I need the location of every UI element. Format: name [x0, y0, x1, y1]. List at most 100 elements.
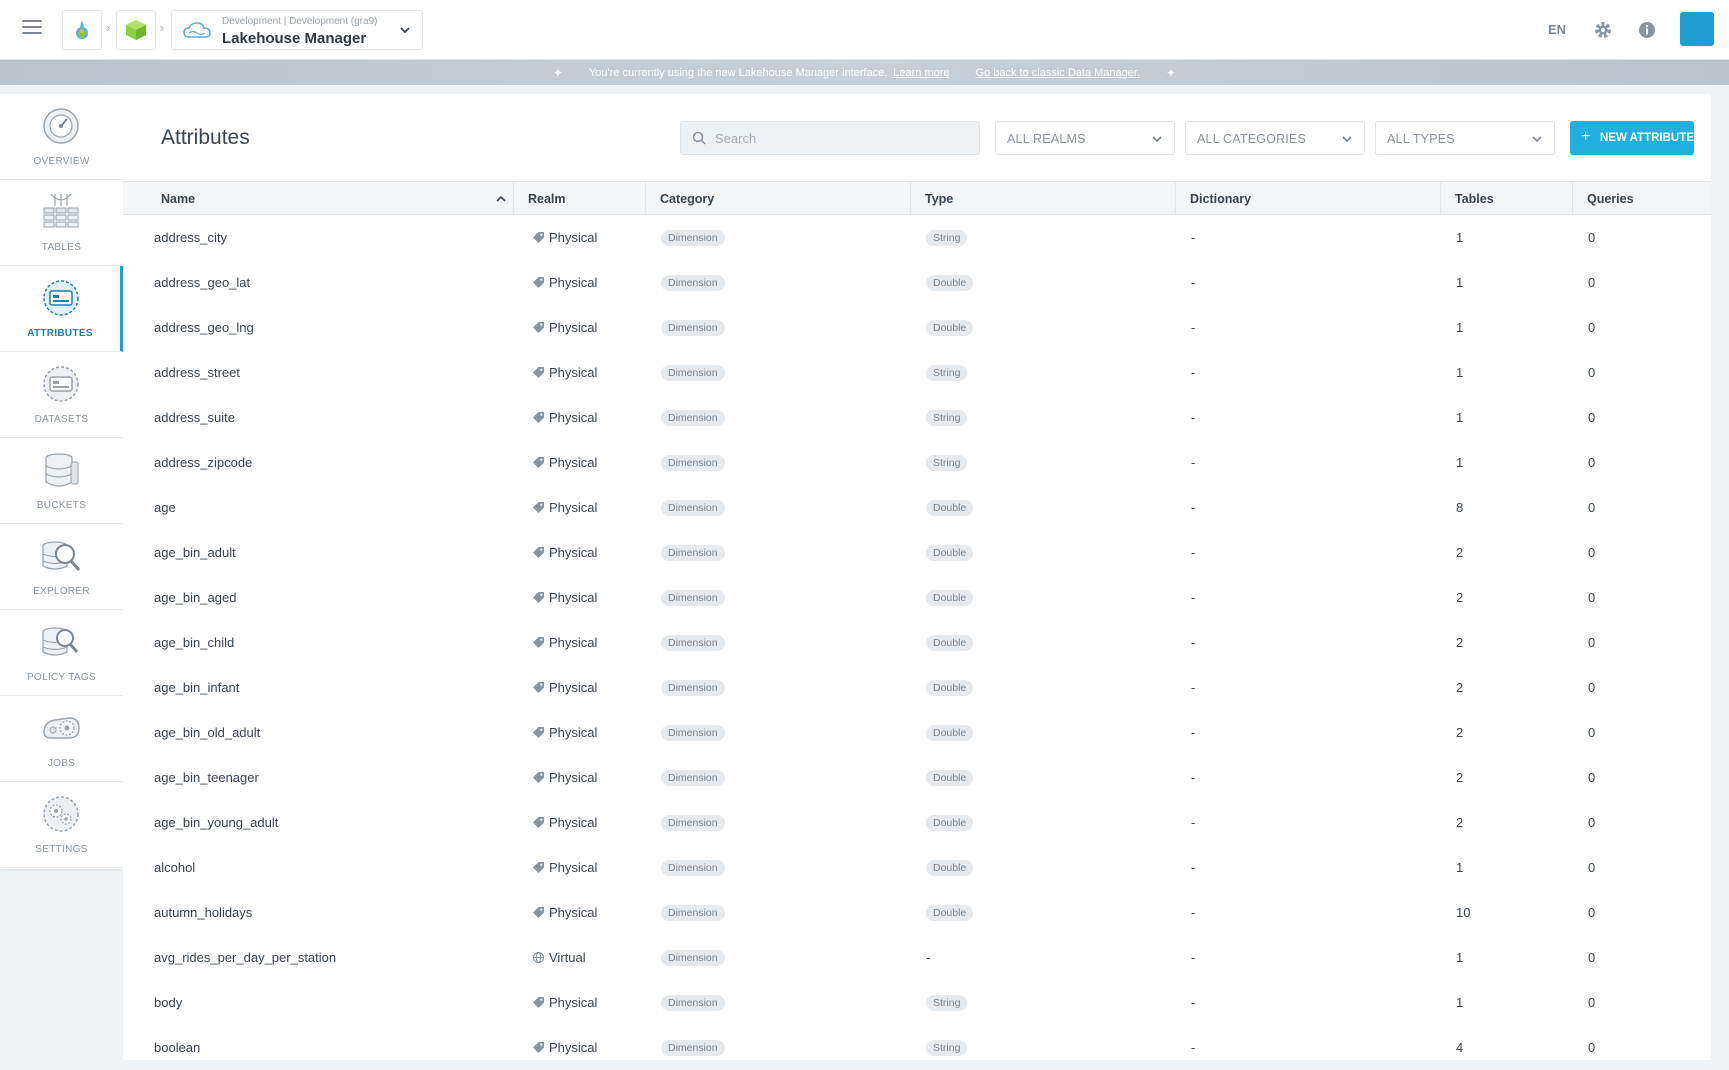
physical-tag-icon — [533, 412, 544, 423]
table-row[interactable]: address_geo_lng Physical Dimension Double - 1… — [123, 305, 1711, 350]
table-row[interactable]: address_geo_lat Physical Dimension Double - 1… — [123, 260, 1711, 305]
attribute-name: age_bin_adult — [154, 545, 236, 560]
new-attribute-button[interactable]: + NEW ATTRIBUTE — [1570, 121, 1694, 155]
table-row[interactable]: autumn_holidays Physical Dimension Double - 1… — [123, 890, 1711, 935]
type-badge: Double — [926, 724, 974, 741]
type-badge: Double — [926, 634, 974, 651]
top-bar: › › Development | Development (gra9) Lak… — [0, 0, 1729, 60]
table-row[interactable]: avg_rides_per_day_per_station Virtual Dime… — [123, 935, 1711, 980]
org-logo-icon[interactable] — [62, 10, 102, 50]
sidebar: OVERVIEW TABLES ATTRIBUTES DATASETS BUCK… — [0, 94, 123, 869]
table-row[interactable]: boolean Physical Dimension String - 4 0 — [123, 1025, 1711, 1070]
dictionary-value: - — [1191, 725, 1196, 740]
column-header-tables[interactable]: Tables — [1441, 182, 1573, 215]
table-row[interactable]: age_bin_adult Physical Dimension Double - 2 0 — [123, 530, 1711, 575]
type-badge: String — [926, 409, 968, 426]
attribute-name: age_bin_young_adult — [154, 815, 279, 830]
search-box — [680, 121, 980, 155]
learn-more-link[interactable]: Learn more — [893, 67, 949, 79]
policy-tags-icon — [42, 627, 79, 656]
sidebar-item-attributes[interactable]: ATTRIBUTES — [0, 266, 123, 352]
sidebar-item-overview[interactable]: OVERVIEW — [0, 94, 123, 180]
type-filter-dropdown[interactable]: ALL TYPES — [1375, 121, 1555, 155]
chevron-down-icon — [1152, 136, 1162, 143]
chevron-down-icon — [1532, 136, 1542, 143]
queries-count: 0 — [1588, 905, 1596, 920]
sidebar-item-datasets[interactable]: DATASETS — [0, 352, 123, 438]
physical-tag-icon — [533, 367, 544, 378]
table-row[interactable]: age_bin_young_adult Physical Dimension Doub… — [123, 800, 1711, 845]
category-badge: Dimension — [661, 904, 725, 921]
dictionary-value: - — [1191, 770, 1196, 785]
realm-value: Physical — [549, 320, 598, 335]
table-row[interactable]: alcohol Physical Dimension Double - 1 0 — [123, 845, 1711, 890]
sidebar-item-tables[interactable]: TABLES — [0, 180, 123, 266]
hamburger-menu-icon[interactable] — [22, 20, 42, 36]
attribute-name: body — [154, 995, 183, 1010]
category-badge: Dimension — [661, 544, 725, 561]
project-logo-icon[interactable] — [116, 10, 156, 50]
info-icon[interactable] — [1637, 20, 1657, 40]
physical-tag-icon — [533, 592, 544, 603]
attribute-name: age_bin_teenager — [154, 770, 259, 785]
sidebar-item-jobs[interactable]: JOBS — [0, 696, 123, 782]
tables-count: 2 — [1456, 725, 1464, 740]
sidebar-item-buckets[interactable]: BUCKETS — [0, 438, 123, 524]
queries-count: 0 — [1588, 500, 1596, 515]
category-badge: Dimension — [661, 409, 725, 426]
column-header-category[interactable]: Category — [646, 182, 911, 215]
table-row[interactable]: age_bin_teenager Physical Dimension Double -… — [123, 755, 1711, 800]
column-header-realm[interactable]: Realm — [514, 182, 646, 215]
buckets-database-icon — [45, 453, 79, 487]
physical-tag-icon — [533, 682, 544, 693]
go-back-link[interactable]: Go back to classic Data Manager. — [976, 67, 1140, 79]
table-row[interactable]: address_street Physical Dimension String - 1 0 — [123, 350, 1711, 395]
attributes-icon — [43, 280, 79, 316]
project-selector[interactable]: Development | Development (gra9) Lakehou… — [171, 10, 423, 50]
table-row[interactable]: age Physical Dimension Double - 8 0 — [123, 485, 1711, 530]
table-row[interactable]: age_bin_aged Physical Dimension Double - 2 0 — [123, 575, 1711, 620]
dictionary-value: - — [1191, 455, 1196, 470]
column-header-queries[interactable]: Queries — [1573, 182, 1711, 215]
language-selector[interactable]: EN — [1548, 22, 1566, 37]
tables-count: 2 — [1456, 815, 1464, 830]
type-badge: Double — [926, 499, 974, 516]
category-badge: Dimension — [661, 499, 725, 516]
table-row[interactable]: address_city Physical Dimension String - 1 0 — [123, 215, 1711, 260]
queries-count: 0 — [1588, 410, 1596, 425]
sidebar-item-policy-tags[interactable]: POLICY TAGS — [0, 610, 123, 696]
dictionary-value: - — [1191, 545, 1196, 560]
category-badge: Dimension — [661, 949, 725, 966]
attribute-name: address_suite — [154, 410, 235, 425]
table-row[interactable]: body Physical Dimension String - 1 0 — [123, 980, 1711, 1025]
dictionary-value: - — [1191, 635, 1196, 650]
column-header-name[interactable]: Name — [147, 182, 514, 215]
category-filter-dropdown[interactable]: ALL CATEGORIES — [1185, 121, 1365, 155]
sidebar-item-explorer[interactable]: EXPLORER — [0, 524, 123, 610]
tables-count: 2 — [1456, 770, 1464, 785]
type-badge: String — [926, 994, 968, 1011]
attribute-name: address_street — [154, 365, 240, 380]
column-header-type[interactable]: Type — [911, 182, 1176, 215]
dictionary-value: - — [1191, 905, 1196, 920]
table-row[interactable]: address_zipcode Physical Dimension String - 1… — [123, 440, 1711, 485]
realm-value: Physical — [549, 545, 598, 560]
realm-value: Physical — [549, 590, 598, 605]
category-badge: Dimension — [661, 229, 725, 246]
gear-icon[interactable] — [1593, 20, 1613, 40]
table-row[interactable]: age_bin_old_adult Physical Dimension Double… — [123, 710, 1711, 755]
table-row[interactable]: age_bin_infant Physical Dimension Double - 2 0 — [123, 665, 1711, 710]
table-row[interactable]: age_bin_child Physical Dimension Double - 2 0 — [123, 620, 1711, 665]
type-badge: Double — [926, 679, 974, 696]
search-input[interactable] — [715, 122, 970, 154]
user-avatar[interactable] — [1680, 12, 1714, 46]
type-badge: Double — [926, 769, 974, 786]
realm-filter-dropdown[interactable]: ALL REALMS — [995, 121, 1175, 155]
table-row[interactable]: address_suite Physical Dimension String - 1 0 — [123, 395, 1711, 440]
realm-value: Physical — [549, 635, 598, 650]
column-header-dictionary[interactable]: Dictionary — [1176, 182, 1441, 215]
realm-value: Physical — [549, 500, 598, 515]
sidebar-item-settings[interactable]: SETTINGS — [0, 782, 123, 868]
dictionary-value: - — [1191, 500, 1196, 515]
queries-count: 0 — [1588, 230, 1596, 245]
